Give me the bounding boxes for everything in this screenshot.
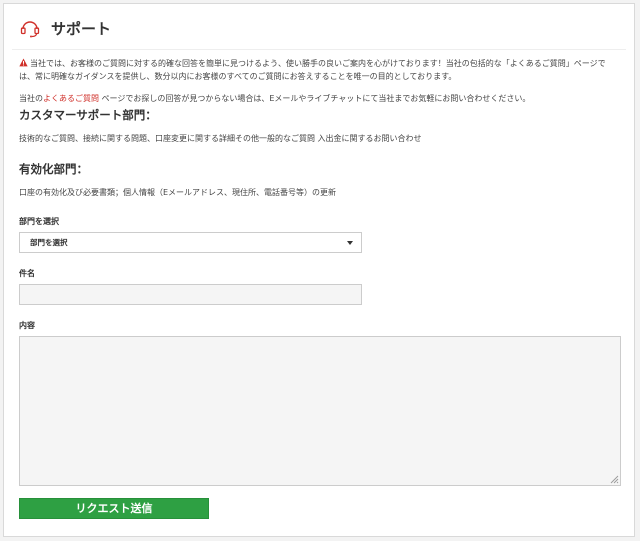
subject-label: 件名 bbox=[19, 269, 35, 278]
warning-icon bbox=[19, 58, 28, 67]
page-header: サポート bbox=[19, 16, 111, 40]
customer-support-title: カスタマーサポート部門： bbox=[19, 108, 157, 122]
department-select[interactable]: 部門を選択 bbox=[19, 232, 362, 253]
faq-line: 当社のよくあるご質問 ページでお探しの回答が見つからない場合は、Eメールやライブ… bbox=[19, 93, 619, 105]
resize-grip-icon[interactable] bbox=[609, 474, 619, 484]
notice-body: 当社では、お客様のご質問に対する的確な回答を簡単に見つけるよう、使い勝手の良いご… bbox=[19, 59, 606, 81]
notice-text: 当社では、お客様のご質問に対する的確な回答を簡単に見つけるよう、使い勝手の良いご… bbox=[19, 57, 619, 83]
page-title: サポート bbox=[51, 19, 112, 38]
headset-icon bbox=[20, 21, 40, 38]
content-textarea[interactable] bbox=[19, 336, 621, 486]
department-label: 部門を選択 bbox=[19, 217, 59, 226]
verification-desc: 口座の有効化及び必要書類；個人情報（Eメールアドレス、現住所、電話番号等）の更新 bbox=[19, 188, 337, 197]
faq-suffix: ページでお探しの回答が見つからない場合は、Eメールやライブチャットにて当社までお… bbox=[99, 94, 531, 103]
content-label: 内容 bbox=[19, 321, 35, 330]
faq-link[interactable]: よくあるご質問 bbox=[43, 94, 99, 103]
submit-request-button[interactable]: リクエスト送信 bbox=[19, 498, 209, 519]
caret-down-icon bbox=[347, 241, 353, 245]
header-divider bbox=[12, 49, 626, 50]
subject-input[interactable] bbox=[19, 284, 362, 305]
faq-prefix: 当社の bbox=[19, 94, 43, 103]
department-selected-value: 部門を選択 bbox=[30, 238, 68, 247]
verification-title: 有効化部門： bbox=[19, 162, 88, 176]
support-panel: サポート 当社では、お客様のご質問に対する的確な回答を簡単に見つけるよう、使い勝… bbox=[3, 3, 635, 537]
customer-support-desc: 技術的なご質問、接続に関する問題、口座変更に関する詳細その他一般的なご質問 入出… bbox=[19, 134, 422, 143]
